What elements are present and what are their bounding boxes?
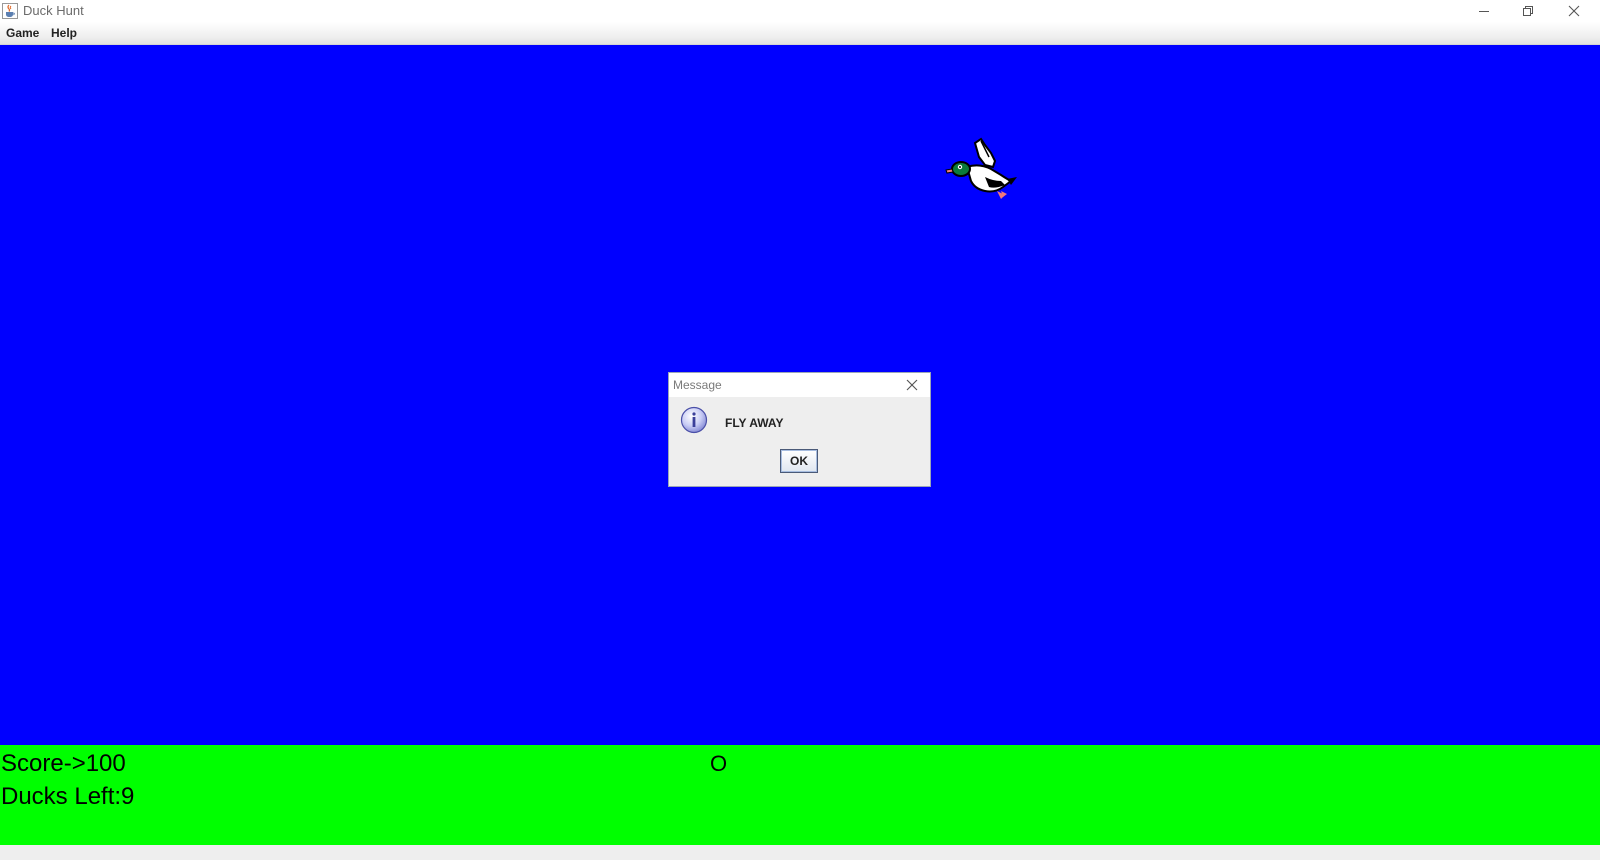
menu-help[interactable]: Help: [51, 26, 77, 40]
app-window: Duck Hunt Game Help Message FLY AWAY OK …: [0, 0, 1600, 860]
dialog-title-bar[interactable]: Message: [669, 373, 930, 397]
java-cup-icon: [2, 3, 18, 19]
title-bar[interactable]: Duck Hunt: [0, 0, 1600, 22]
minimize-button[interactable]: [1462, 0, 1506, 22]
close-button[interactable]: [1552, 0, 1596, 22]
dialog-message: FLY AWAY: [725, 416, 784, 430]
ground-status-area: Score->100 Ducks Left:9 O: [0, 745, 1600, 845]
ok-button[interactable]: OK: [780, 449, 818, 473]
minimize-icon: [1479, 11, 1489, 12]
ducks-left-label: Ducks Left:9: [1, 783, 135, 810]
close-icon: [1568, 5, 1580, 17]
info-icon: [680, 406, 708, 434]
duck-icon[interactable]: [945, 137, 1021, 203]
menu-game[interactable]: Game: [6, 26, 39, 40]
message-dialog: Message FLY AWAY OK: [668, 372, 931, 487]
dialog-title: Message: [673, 378, 722, 392]
cursor-marker: O: [710, 751, 728, 776]
close-icon[interactable]: [904, 377, 920, 393]
window-bottom-edge: [0, 845, 1600, 860]
window-title: Duck Hunt: [23, 3, 84, 18]
score-label: Score->100: [1, 750, 126, 777]
restore-icon: [1523, 6, 1533, 16]
restore-button[interactable]: [1506, 0, 1550, 22]
menu-bar: Game Help: [0, 22, 1600, 45]
